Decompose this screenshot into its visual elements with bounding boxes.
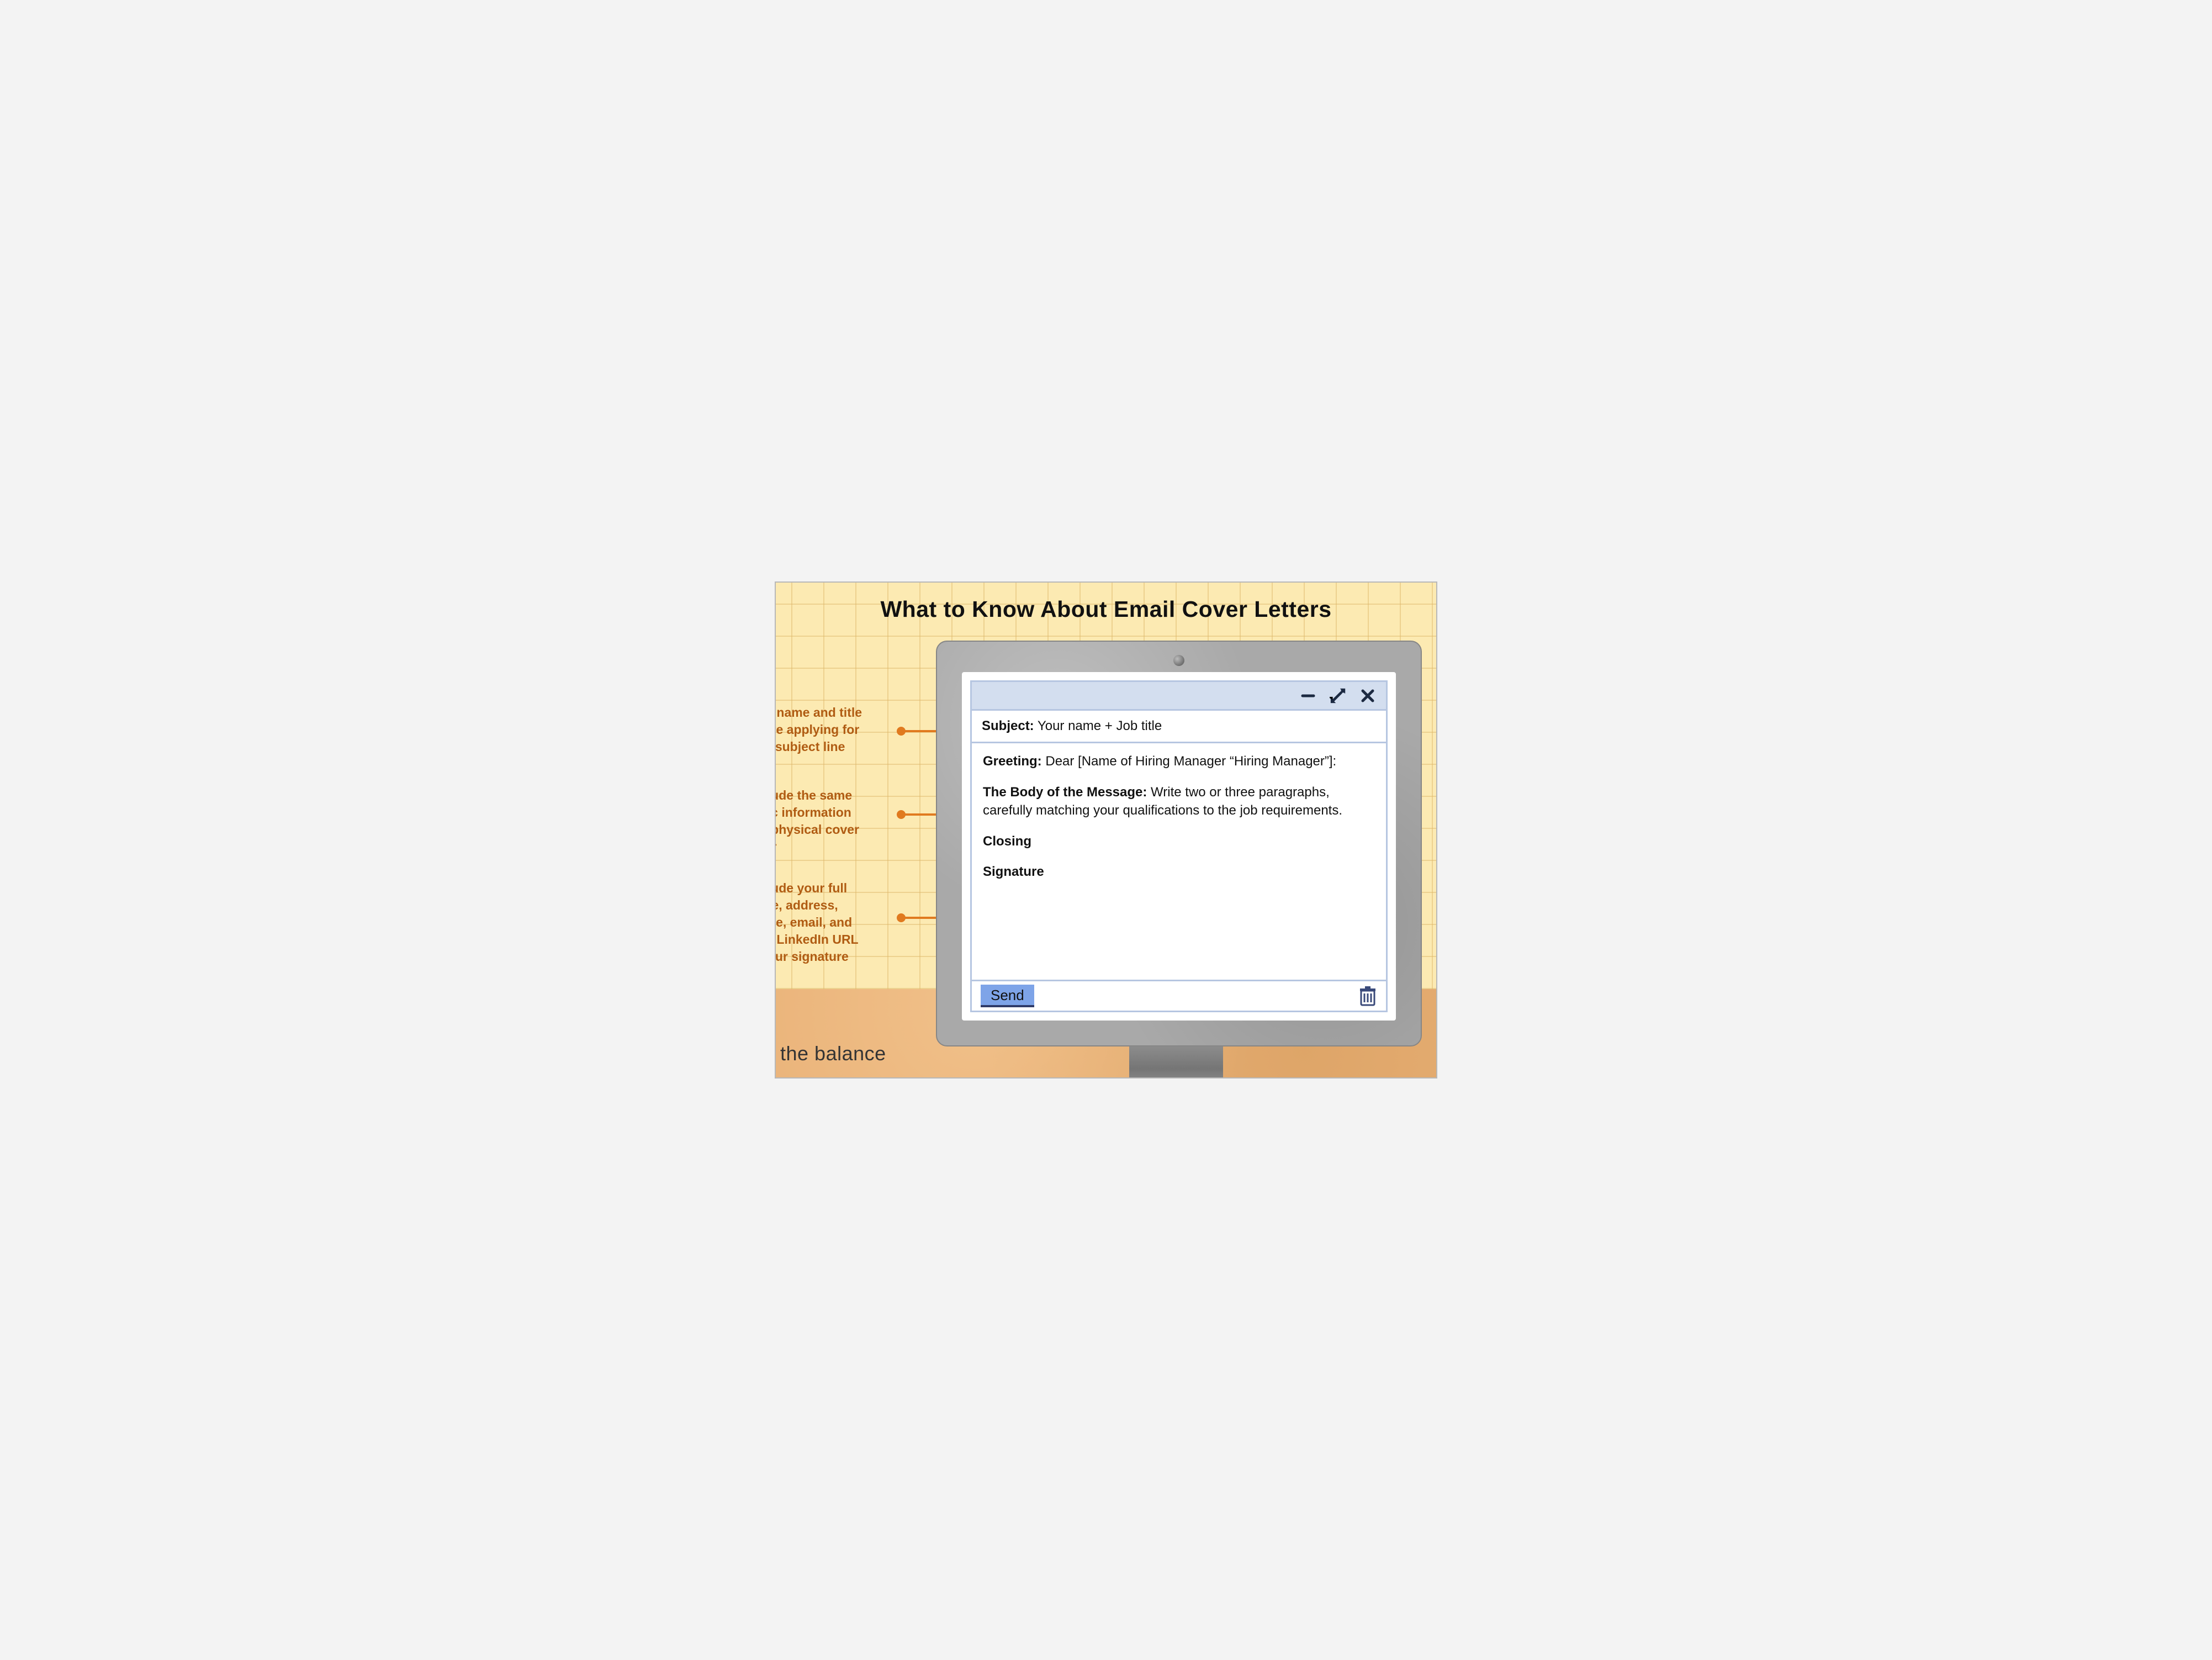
greeting-value: Dear [Name of Hiring Manager “Hiring Man… [1045,754,1336,769]
close-icon[interactable] [1359,688,1376,704]
minimize-icon[interactable] [1300,688,1316,704]
page-title: What to Know About Email Cover Letters [776,596,1436,622]
email-body-area[interactable]: Greeting: Dear [Name of Hiring Manager “… [972,743,1386,980]
signature-label: Signature [983,864,1044,879]
subject-bar[interactable]: Subject: Your name + Job title [972,711,1386,743]
email-compose-window: Subject: Your name + Job title Greeting:… [970,680,1388,1012]
closing-label: Closing [983,834,1031,849]
signature-line: Signature [983,863,1375,881]
greeting-line: Greeting: Dear [Name of Hiring Manager “… [983,752,1375,771]
subject-value: Your name + Job title [1038,718,1162,733]
monitor-stand [1129,1045,1223,1079]
closing-line: Closing [983,832,1375,851]
tip-subject-line: ur name and title u're applying for in s… [775,704,898,755]
trash-icon[interactable] [1358,986,1377,1007]
monitor-frame: Subject: Your name + Job title Greeting:… [936,641,1422,1046]
subject-label: Subject: [982,718,1034,733]
tip-body-info: clude the same sic information a physica… [775,787,898,855]
email-footer-bar: Send [972,980,1386,1011]
body-line: The Body of the Message: Write two or th… [983,783,1375,820]
window-titlebar [972,682,1386,711]
body-label: The Body of the Message: [983,785,1147,800]
greeting-label: Greeting: [983,754,1042,769]
monitor-screen: Subject: Your name + Job title Greeting:… [962,672,1396,1021]
send-button[interactable]: Send [981,985,1034,1007]
brand-mark: the balance [780,1042,886,1065]
maximize-icon[interactable] [1330,688,1346,704]
infographic-canvas: What to Know About Email Cover Letters u… [775,581,1437,1079]
tip-signature-info: clude your full me, address, one, email,… [775,880,898,965]
